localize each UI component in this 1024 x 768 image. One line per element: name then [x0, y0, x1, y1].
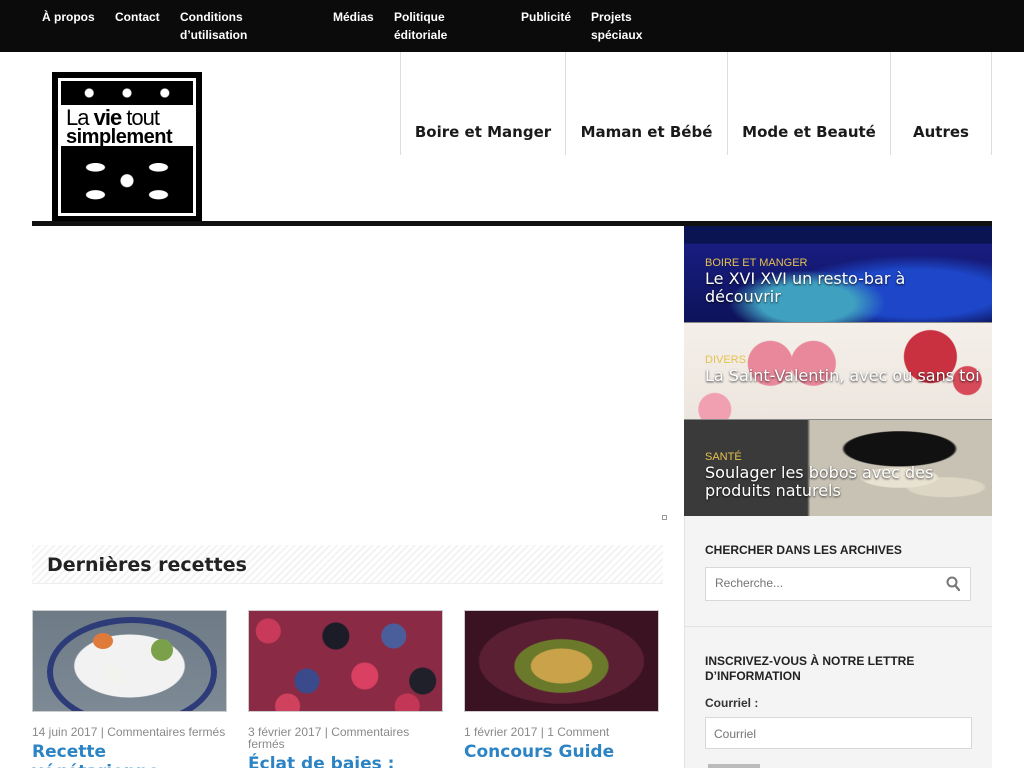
search-field[interactable]	[705, 567, 971, 601]
logo-line-2: simplement	[66, 126, 173, 148]
newsletter-title: Inscrivez-vous à notre lettre d’informat…	[705, 654, 915, 683]
recipe-title[interactable]: Recette végétarienne	[32, 742, 227, 768]
recipe-title[interactable]: Éclat de baies :	[248, 754, 443, 768]
featured-category[interactable]: Boire et Manger	[705, 257, 807, 269]
topnav-medias[interactable]: Médias	[333, 8, 374, 26]
logo-ornament-bottom	[61, 146, 193, 213]
featured-post[interactable]: Divers La Saint-Valentin, avec ou sans t…	[684, 323, 992, 419]
featured-title[interactable]: La Saint-Valentin, avec ou sans toi	[705, 367, 985, 385]
email-field[interactable]	[705, 717, 972, 749]
mainnav-boire-manger[interactable]: Boire et Manger	[400, 52, 565, 155]
email-label: Courriel :	[705, 696, 759, 710]
recipe-meta: 3 février 2017 | Commentaires fermés	[248, 725, 410, 751]
search-icon[interactable]	[946, 576, 960, 592]
logo-line-1: La vie tout	[66, 105, 160, 130]
mainnav-maman-bebe[interactable]: Maman et Bébé	[565, 52, 727, 155]
logo-ornament-top	[61, 81, 193, 105]
featured-title[interactable]: Soulager les bobos avec des produits nat…	[705, 464, 985, 500]
site-logo[interactable]: La vie tout simplement	[52, 72, 202, 222]
topnav-contact[interactable]: Contact	[115, 8, 160, 26]
recipe-thumbnail[interactable]	[32, 610, 227, 712]
recipe-meta: 1 février 2017 | 1 Comment	[464, 725, 610, 739]
recipe-thumbnail[interactable]	[464, 610, 659, 712]
search-widget-title: Chercher dans les archives	[705, 543, 902, 557]
featured-post[interactable]: Santé Soulager les bobos avec des produi…	[684, 420, 992, 516]
topnav-publicite[interactable]: Publicité	[521, 8, 571, 26]
recipe-meta: 14 juin 2017 | Commentaires fermés	[32, 725, 226, 739]
featured-title[interactable]: Le XVI XVI un resto-bar à découvrir	[705, 270, 985, 306]
topnav-conditions[interactable]: Conditions d’utilisation	[180, 8, 270, 44]
topnav-politique[interactable]: Politique éditoriale	[394, 8, 464, 44]
nav-divider	[991, 52, 992, 155]
subscribe-button[interactable]	[708, 764, 760, 768]
featured-category[interactable]: Divers	[705, 354, 746, 366]
topnav-a-propos[interactable]: À propos	[42, 8, 95, 26]
recipes-heading: Dernières recettes	[32, 545, 663, 584]
search-input[interactable]	[715, 576, 935, 590]
mainnav-mode-beaute[interactable]: Mode et Beauté	[727, 52, 890, 155]
divider	[684, 626, 992, 627]
recipe-thumbnail[interactable]	[248, 610, 443, 712]
slider-indicator[interactable]	[662, 515, 667, 520]
recipe-title[interactable]: Concours Guide	[464, 742, 659, 762]
topnav-projets[interactable]: Projets spéciaux	[591, 8, 651, 44]
email-input[interactable]	[714, 727, 954, 741]
mainnav-autres[interactable]: Autres	[890, 52, 991, 155]
top-bar: À propos Contact Conditions d’utilisatio…	[0, 0, 1024, 52]
featured-post[interactable]: Boire et Manger Le XVI XVI un resto-bar …	[684, 226, 992, 322]
featured-category[interactable]: Santé	[705, 451, 742, 463]
